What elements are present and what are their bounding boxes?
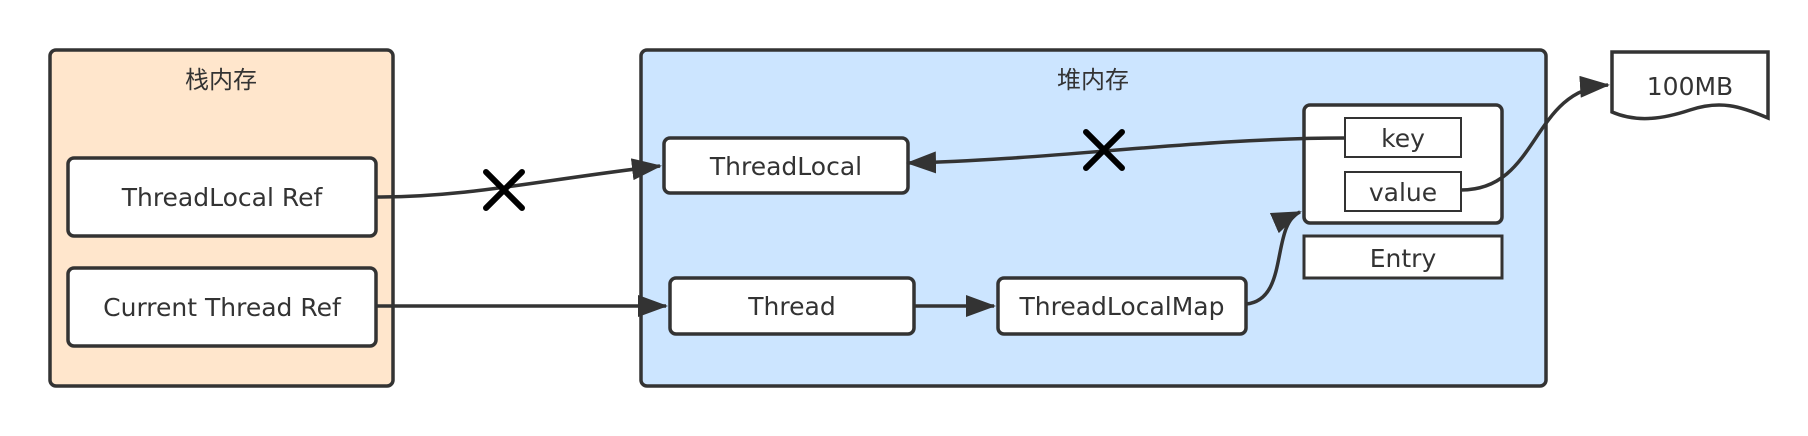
entry-caption-label: Entry xyxy=(1370,244,1437,273)
entry-caption: Entry xyxy=(1302,234,1504,280)
entry-key-label: key xyxy=(1381,124,1425,153)
threadlocalmap-label: ThreadLocalMap xyxy=(1019,292,1225,321)
memory-document-label: 100MB xyxy=(1647,72,1733,101)
memory-document-node: 100MB xyxy=(1610,50,1770,121)
thread-label: Thread xyxy=(747,292,835,321)
stack-memory-title: 栈内存 xyxy=(185,66,257,94)
threadlocal-label: ThreadLocal xyxy=(709,152,862,181)
threadlocal-node: ThreadLocal xyxy=(662,136,910,195)
threadlocal-ref-node: ThreadLocal Ref xyxy=(66,156,378,238)
current-thread-ref-node: Current Thread Ref xyxy=(66,266,378,348)
thread-node: Thread xyxy=(668,276,916,336)
entry-node: key value xyxy=(1302,103,1504,225)
threadlocal-memory-diagram: 栈内存 堆内存 ThreadLocal Ref Current Thread R… xyxy=(48,48,1770,388)
heap-memory-title: 堆内存 xyxy=(1057,66,1129,94)
threadlocalmap-node: ThreadLocalMap xyxy=(996,276,1248,336)
entry-value-label: value xyxy=(1369,178,1437,207)
edge-threadlocal-ref-to-threadlocal xyxy=(375,158,662,199)
threadlocal-ref-label: ThreadLocal Ref xyxy=(121,183,324,212)
current-thread-ref-label: Current Thread Ref xyxy=(103,293,342,322)
